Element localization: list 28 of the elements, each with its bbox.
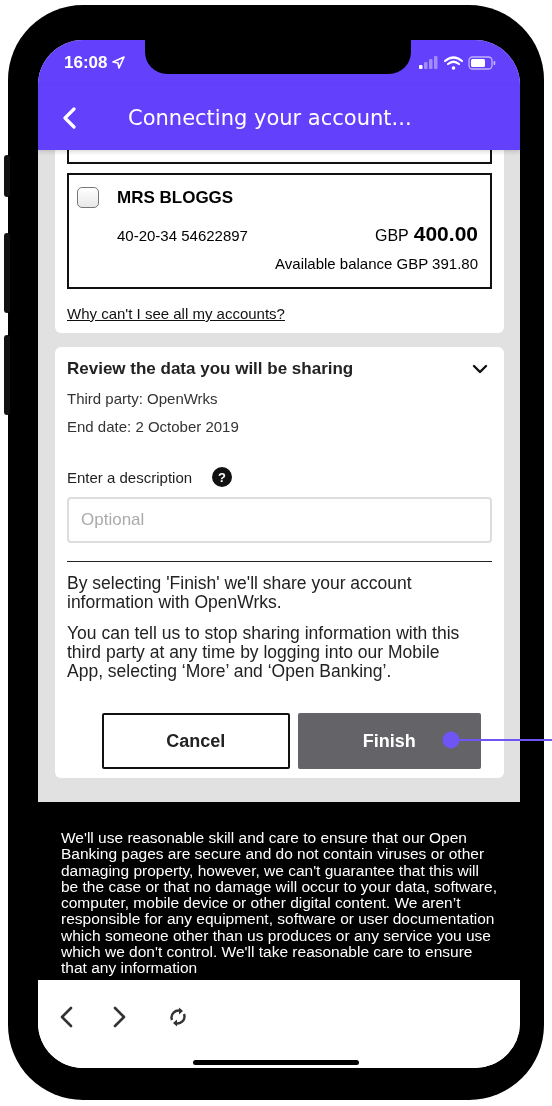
refresh-icon[interactable]: [167, 1006, 189, 1028]
account-number: 40-20-34 54622897: [117, 227, 248, 244]
end-date-text: End date: 2 October 2019: [67, 418, 240, 435]
chevron-icon[interactable]: [472, 364, 488, 374]
back-icon[interactable]: [59, 1006, 73, 1028]
field-label: Enter a description: [67, 468, 193, 486]
header-title: Connecting your account...: [128, 105, 412, 130]
consent-paragraph: By selecting 'Finish' we'll share your account information with OpenWrks.: [67, 574, 413, 612]
disclaimer-paragraph: We'll use reasonable skill and care to ensure that our Open Banking pages are secure and do not contain viruses or other damaging property, however, we can't guarantee that this will be the case or that no damage will occur to your data, software, computer, mobile device or other digital content. We aren’t responsible for any equipment, software or user documentation which someone other than us produces or any service you use which we don't control. We'll take reasonable care to ensure that any information: [61, 830, 498, 977]
status-time: 16:08: [64, 52, 108, 73]
cancel-button[interactable]: Cancel: [102, 713, 290, 769]
accounts-link[interactable]: Why can't I see all my accounts?: [67, 305, 285, 322]
checkbox[interactable]: [77, 187, 99, 208]
currency-label: GBP: [374, 227, 409, 245]
battery-icon: [468, 55, 496, 70]
third-party-text: Third party: OpenWrks: [67, 390, 219, 407]
section-title: Review the data you will be sharing: [67, 359, 354, 379]
forward-icon[interactable]: [113, 1006, 127, 1028]
description-input-field[interactable]: Optional: [67, 497, 492, 543]
wifi-icon: [444, 55, 463, 70]
help-icon[interactable]: ?: [212, 467, 233, 487]
finish-button[interactable]: Finish: [297, 713, 481, 769]
account-amount: 400.00: [413, 222, 478, 246]
consent-paragraph: You can tell us to stop sharing information with this third party at any time by logging into our Mobile App, selecting ‘More’ and ‘Open Banking’.: [67, 624, 461, 681]
signal-icon: [419, 56, 439, 69]
account-name: MRS BLOGGS: [117, 187, 234, 208]
available-balance: Available balance GBP 391.80: [274, 255, 478, 272]
location-arrow-icon: [112, 56, 126, 69]
